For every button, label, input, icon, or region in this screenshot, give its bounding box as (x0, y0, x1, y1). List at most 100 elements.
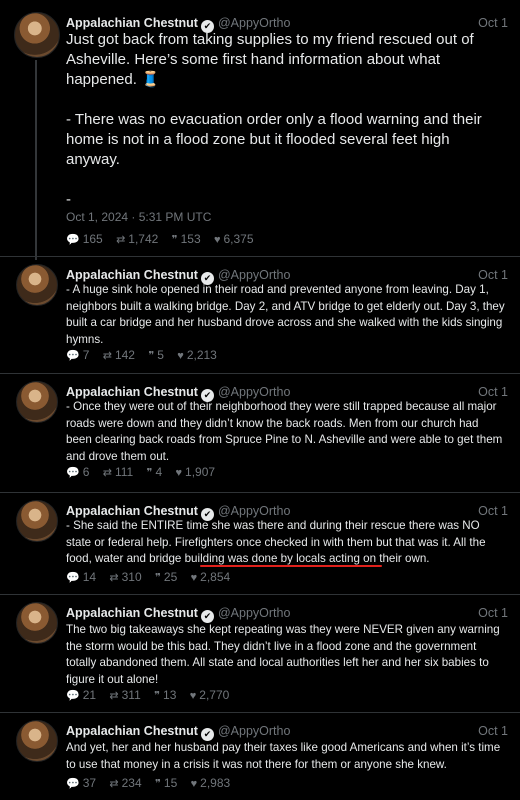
quote-icon: ❞ (171, 234, 178, 246)
quote-icon: ❞ (146, 467, 153, 479)
quote-button[interactable]: ❞ 13 (154, 688, 176, 702)
tweet-header: Appalachian Chestnut ✔ @AppyOrtho Oct 1 (66, 722, 508, 741)
retweet-icon: ⇄ (102, 467, 112, 479)
quote-icon: ❞ (155, 572, 161, 584)
retweet-count: 234 (121, 776, 142, 790)
tweet-paragraph: - There was no evacuation order only a f… (66, 111, 482, 168)
author-handle[interactable]: @AppyOrtho (218, 606, 290, 620)
author-name[interactable]: Appalachian Chestnut (66, 268, 198, 282)
avatar[interactable] (16, 602, 58, 644)
reply-button[interactable]: 💬 37 (66, 776, 96, 790)
reply-icon: 💬 (66, 467, 80, 479)
tweet-stats: 💬 37 ⇄ 234 ❞ 15 ♥ 2,983 (66, 776, 240, 790)
author-handle[interactable]: @AppyOrtho (218, 268, 290, 282)
quote-button[interactable]: ❞ 5 (148, 348, 164, 362)
reply-button[interactable]: 💬 14 (66, 570, 96, 584)
retweet-icon: ⇄ (109, 778, 119, 790)
retweet-button[interactable]: ⇄ 142 (103, 348, 135, 362)
like-button[interactable]: ♥ 1,907 (176, 465, 216, 479)
retweet-icon: ⇄ (109, 690, 119, 702)
reply-icon: 💬 (66, 572, 80, 584)
retweet-button[interactable]: ⇄ 311 (109, 688, 140, 702)
tweet-stats: 💬 6 ⇄ 111 ❞ 4 ♥ 1,907 (66, 465, 225, 479)
divider (0, 594, 520, 595)
divider (0, 492, 520, 493)
tweet-body: The two big takeaways she kept repeating… (66, 623, 500, 686)
like-count: 1,907 (185, 465, 216, 479)
author-name[interactable]: Appalachian Chestnut (66, 385, 198, 399)
quote-count: 4 (155, 465, 163, 479)
reply-icon: 💬 (66, 234, 80, 246)
like-button[interactable]: ♥ 2,983 (191, 776, 231, 790)
reply-count: 14 (82, 570, 97, 584)
divider (0, 712, 520, 713)
quote-icon: ❞ (154, 690, 161, 702)
retweet-count: 111 (114, 465, 134, 479)
author-name[interactable]: Appalachian Chestnut (66, 606, 198, 620)
retweet-icon: ⇄ (116, 234, 126, 246)
reply-icon: 💬 (66, 778, 80, 790)
quote-button[interactable]: ❞ 25 (155, 570, 177, 584)
tweet-stats: 💬 21 ⇄ 311 ❞ 13 ♥ 2,770 (66, 688, 239, 702)
retweet-icon: ⇄ (109, 572, 119, 584)
author-handle[interactable]: @AppyOrtho (218, 385, 290, 399)
author-handle[interactable]: @AppyOrtho (218, 504, 290, 518)
quote-count: 25 (163, 570, 178, 584)
quote-button[interactable]: ❞ 153 (172, 232, 201, 246)
retweet-button[interactable]: ⇄ 1,742 (116, 232, 158, 246)
tweet-date[interactable]: Oct 1 (478, 722, 508, 740)
red-underline-annotation (200, 565, 382, 567)
thread-connector-line (35, 60, 37, 260)
quote-icon: ❞ (155, 778, 161, 790)
avatar[interactable] (16, 381, 58, 423)
like-count: 2,983 (200, 776, 231, 790)
tweet-paragraph: Just got back from taking supplies to my… (66, 31, 474, 88)
tweet-date[interactable]: Oct 1 (478, 604, 508, 622)
reply-button[interactable]: 💬 165 (66, 232, 103, 246)
like-count: 6,375 (223, 232, 254, 246)
quote-button[interactable]: ❞ 15 (155, 776, 177, 790)
divider (0, 256, 520, 257)
avatar[interactable] (16, 500, 58, 542)
tweet-paragraph: - (66, 191, 71, 208)
retweet-button[interactable]: ⇄ 310 (109, 570, 141, 584)
reply-icon: 💬 (66, 350, 80, 362)
author-name[interactable]: Appalachian Chestnut (66, 16, 198, 30)
like-button[interactable]: ♥ 6,375 (214, 232, 254, 246)
author-name[interactable]: Appalachian Chestnut (66, 724, 198, 738)
retweet-count: 311 (121, 688, 141, 702)
heart-icon: ♥ (190, 778, 198, 790)
retweet-button[interactable]: ⇄ 111 (103, 465, 133, 479)
reply-button[interactable]: 💬 6 (66, 465, 89, 479)
quote-count: 5 (157, 348, 164, 362)
reply-count: 165 (82, 232, 103, 246)
quote-count: 153 (180, 232, 201, 246)
heart-icon: ♥ (189, 690, 197, 702)
like-count: 2,770 (199, 688, 230, 702)
tweet-body: And yet, her and her husband pay their t… (66, 741, 501, 771)
retweet-count: 310 (121, 570, 142, 584)
quote-count: 13 (163, 688, 177, 702)
like-button[interactable]: ♥ 2,854 (191, 570, 231, 584)
tweet-body: - She said the ENTIRE time she was there… (66, 519, 486, 565)
author-handle[interactable]: @AppyOrtho (218, 16, 290, 30)
avatar[interactable] (16, 264, 58, 306)
avatar[interactable] (14, 12, 60, 58)
retweet-button[interactable]: ⇄ 234 (109, 776, 141, 790)
reply-count: 6 (82, 465, 90, 479)
reply-count: 37 (82, 776, 97, 790)
reply-button[interactable]: 💬 21 (66, 688, 96, 702)
heart-icon: ♥ (190, 572, 198, 584)
tweet-timestamp[interactable]: Oct 1, 2024 · 5:31 PM UTC (66, 210, 211, 224)
reply-button[interactable]: 💬 7 (66, 348, 89, 362)
like-button[interactable]: ♥ 2,213 (177, 348, 217, 362)
author-name[interactable]: Appalachian Chestnut (66, 504, 198, 518)
like-button[interactable]: ♥ 2,770 (190, 688, 230, 702)
tweet-body: - Once they were out of their neighborho… (66, 400, 503, 463)
like-count: 2,213 (186, 348, 217, 362)
avatar[interactable] (16, 720, 58, 762)
tweet-body: Just got back from taking supplies to my… (66, 30, 506, 210)
author-handle[interactable]: @AppyOrtho (218, 724, 290, 738)
quote-button[interactable]: ❞ 4 (147, 465, 163, 479)
tweet-body: - A huge sink hole opened in their road … (66, 283, 505, 346)
